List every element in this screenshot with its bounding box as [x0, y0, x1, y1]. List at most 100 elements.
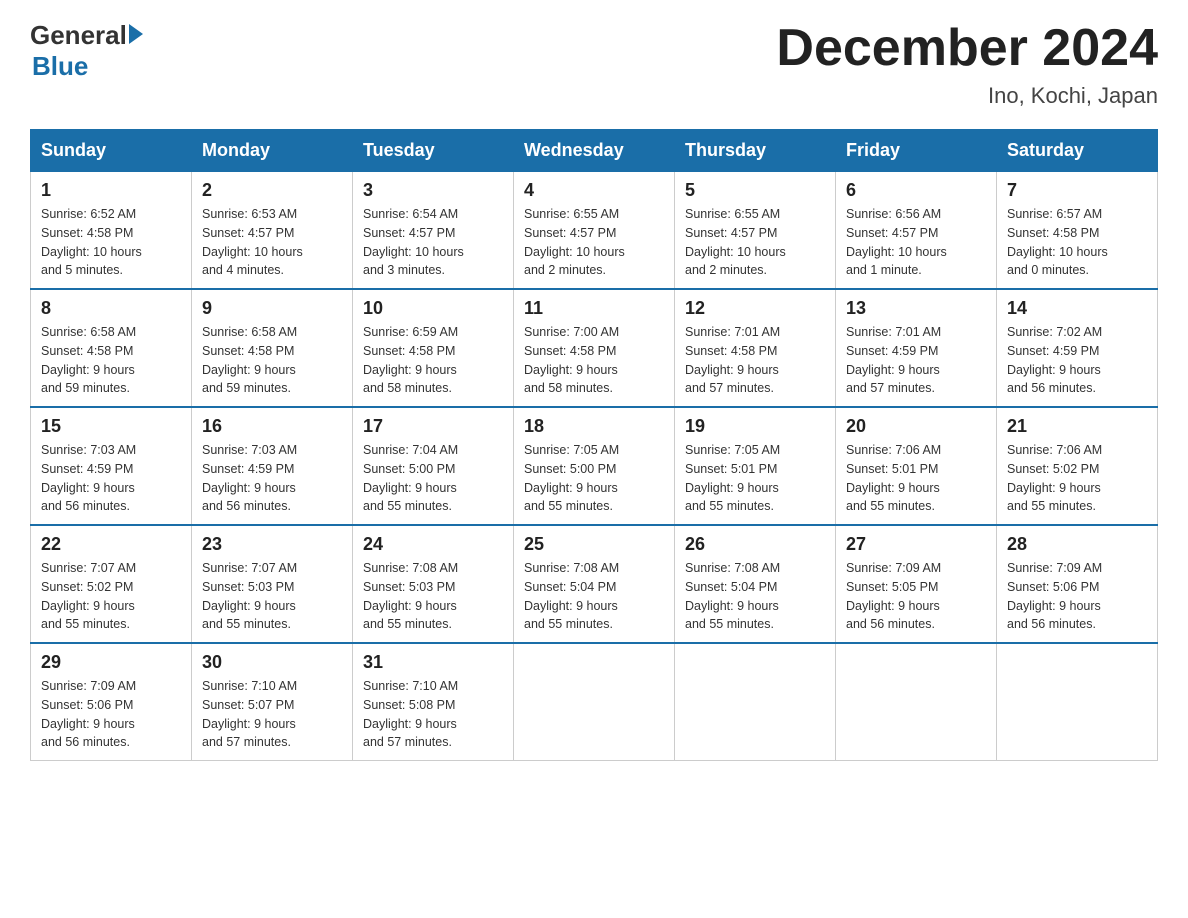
calendar-day-cell: 29 Sunrise: 7:09 AMSunset: 5:06 PMDayligh… [31, 643, 192, 761]
day-info: Sunrise: 6:59 AMSunset: 4:58 PMDaylight:… [363, 323, 503, 398]
calendar-week-row: 8 Sunrise: 6:58 AMSunset: 4:58 PMDaylight… [31, 289, 1158, 407]
calendar-day-cell: 26Sunrise: 7:08 AMSunset: 5:04 PMDayligh… [675, 525, 836, 643]
day-number: 27 [846, 534, 986, 555]
day-info: Sunrise: 7:10 AMSunset: 5:08 PMDaylight:… [363, 677, 503, 752]
calendar-day-cell: 11 Sunrise: 7:00 AMSunset: 4:58 PMDayligh… [514, 289, 675, 407]
day-number: 25 [524, 534, 664, 555]
day-number: 8 [41, 298, 181, 319]
calendar-subtitle: Ino, Kochi, Japan [776, 83, 1158, 109]
calendar-day-cell: 28Sunrise: 7:09 AMSunset: 5:06 PMDayligh… [997, 525, 1158, 643]
day-info: Sunrise: 7:06 AMSunset: 5:01 PMDaylight:… [846, 441, 986, 516]
day-info: Sunrise: 7:01 AMSunset: 4:59 PMDaylight:… [846, 323, 986, 398]
calendar-day-cell [514, 643, 675, 761]
day-number: 5 [685, 180, 825, 201]
title-section: December 2024 Ino, Kochi, Japan [776, 20, 1158, 109]
day-of-week-header: Friday [836, 130, 997, 172]
day-number: 13 [846, 298, 986, 319]
day-number: 12 [685, 298, 825, 319]
calendar-week-row: 22 Sunrise: 7:07 AMSunset: 5:02 PMDayligh… [31, 525, 1158, 643]
page-header: General Blue December 2024 Ino, Kochi, J… [30, 20, 1158, 109]
day-of-week-header: Wednesday [514, 130, 675, 172]
calendar-day-cell: 17Sunrise: 7:04 AMSunset: 5:00 PMDayligh… [353, 407, 514, 525]
calendar-week-row: 15Sunrise: 7:03 AMSunset: 4:59 PMDayligh… [31, 407, 1158, 525]
calendar-day-cell: 14 Sunrise: 7:02 AMSunset: 4:59 PMDayligh… [997, 289, 1158, 407]
day-of-week-header: Tuesday [353, 130, 514, 172]
calendar-day-cell: 1 Sunrise: 6:52 AMSunset: 4:58 PMDaylight… [31, 172, 192, 290]
day-number: 14 [1007, 298, 1147, 319]
calendar-title: December 2024 [776, 20, 1158, 77]
calendar-day-cell: 8 Sunrise: 6:58 AMSunset: 4:58 PMDaylight… [31, 289, 192, 407]
calendar-day-cell: 31Sunrise: 7:10 AMSunset: 5:08 PMDayligh… [353, 643, 514, 761]
calendar-day-cell: 3 Sunrise: 6:54 AMSunset: 4:57 PMDaylight… [353, 172, 514, 290]
day-info: Sunrise: 7:05 AMSunset: 5:01 PMDaylight:… [685, 441, 825, 516]
day-info: Sunrise: 6:58 AMSunset: 4:58 PMDaylight:… [202, 323, 342, 398]
calendar-day-cell: 25 Sunrise: 7:08 AMSunset: 5:04 PMDayligh… [514, 525, 675, 643]
day-info: Sunrise: 6:56 AMSunset: 4:57 PMDaylight:… [846, 205, 986, 280]
day-number: 3 [363, 180, 503, 201]
day-info: Sunrise: 7:09 AMSunset: 5:05 PMDaylight:… [846, 559, 986, 634]
day-info: Sunrise: 6:54 AMSunset: 4:57 PMDaylight:… [363, 205, 503, 280]
day-number: 2 [202, 180, 342, 201]
logo-arrow-icon [129, 24, 143, 44]
calendar-day-cell: 16 Sunrise: 7:03 AMSunset: 4:59 PMDayligh… [192, 407, 353, 525]
day-info: Sunrise: 7:07 AMSunset: 5:02 PMDaylight:… [41, 559, 181, 634]
calendar-day-cell: 23 Sunrise: 7:07 AMSunset: 5:03 PMDayligh… [192, 525, 353, 643]
calendar-day-cell: 30Sunrise: 7:10 AMSunset: 5:07 PMDayligh… [192, 643, 353, 761]
day-number: 1 [41, 180, 181, 201]
calendar-day-cell: 6 Sunrise: 6:56 AMSunset: 4:57 PMDaylight… [836, 172, 997, 290]
calendar-day-cell [836, 643, 997, 761]
day-number: 22 [41, 534, 181, 555]
logo-general-text: General [30, 20, 127, 51]
day-of-week-header: Monday [192, 130, 353, 172]
day-info: Sunrise: 7:09 AMSunset: 5:06 PMDaylight:… [41, 677, 181, 752]
day-info: Sunrise: 7:04 AMSunset: 5:00 PMDaylight:… [363, 441, 503, 516]
day-number: 21 [1007, 416, 1147, 437]
day-info: Sunrise: 7:02 AMSunset: 4:59 PMDaylight:… [1007, 323, 1147, 398]
day-info: Sunrise: 7:03 AMSunset: 4:59 PMDaylight:… [41, 441, 181, 516]
day-info: Sunrise: 6:53 AMSunset: 4:57 PMDaylight:… [202, 205, 342, 280]
day-info: Sunrise: 7:08 AMSunset: 5:04 PMDaylight:… [524, 559, 664, 634]
calendar-day-cell: 2 Sunrise: 6:53 AMSunset: 4:57 PMDaylight… [192, 172, 353, 290]
day-of-week-header: Thursday [675, 130, 836, 172]
day-info: Sunrise: 6:52 AMSunset: 4:58 PMDaylight:… [41, 205, 181, 280]
day-info: Sunrise: 7:08 AMSunset: 5:04 PMDaylight:… [685, 559, 825, 634]
day-of-week-header: Sunday [31, 130, 192, 172]
calendar-day-cell: 7Sunrise: 6:57 AMSunset: 4:58 PMDaylight… [997, 172, 1158, 290]
day-info: Sunrise: 7:06 AMSunset: 5:02 PMDaylight:… [1007, 441, 1147, 516]
day-number: 29 [41, 652, 181, 673]
day-info: Sunrise: 7:00 AMSunset: 4:58 PMDaylight:… [524, 323, 664, 398]
calendar-day-cell: 4 Sunrise: 6:55 AMSunset: 4:57 PMDaylight… [514, 172, 675, 290]
day-number: 23 [202, 534, 342, 555]
calendar-day-cell: 24Sunrise: 7:08 AMSunset: 5:03 PMDayligh… [353, 525, 514, 643]
day-number: 30 [202, 652, 342, 673]
day-info: Sunrise: 6:55 AMSunset: 4:57 PMDaylight:… [524, 205, 664, 280]
calendar-day-cell: 22 Sunrise: 7:07 AMSunset: 5:02 PMDayligh… [31, 525, 192, 643]
day-of-week-header: Saturday [997, 130, 1158, 172]
day-number: 6 [846, 180, 986, 201]
day-number: 20 [846, 416, 986, 437]
calendar-day-cell: 20 Sunrise: 7:06 AMSunset: 5:01 PMDayligh… [836, 407, 997, 525]
calendar-week-row: 29 Sunrise: 7:09 AMSunset: 5:06 PMDayligh… [31, 643, 1158, 761]
calendar-day-cell: 18Sunrise: 7:05 AMSunset: 5:00 PMDayligh… [514, 407, 675, 525]
day-info: Sunrise: 7:07 AMSunset: 5:03 PMDaylight:… [202, 559, 342, 634]
calendar-day-cell [997, 643, 1158, 761]
calendar-table: SundayMondayTuesdayWednesdayThursdayFrid… [30, 129, 1158, 761]
day-number: 9 [202, 298, 342, 319]
calendar-week-row: 1 Sunrise: 6:52 AMSunset: 4:58 PMDaylight… [31, 172, 1158, 290]
calendar-day-cell: 12 Sunrise: 7:01 AMSunset: 4:58 PMDayligh… [675, 289, 836, 407]
calendar-day-cell: 13 Sunrise: 7:01 AMSunset: 4:59 PMDayligh… [836, 289, 997, 407]
day-number: 19 [685, 416, 825, 437]
day-number: 16 [202, 416, 342, 437]
day-info: Sunrise: 7:05 AMSunset: 5:00 PMDaylight:… [524, 441, 664, 516]
day-info: Sunrise: 7:01 AMSunset: 4:58 PMDaylight:… [685, 323, 825, 398]
calendar-day-cell: 5Sunrise: 6:55 AMSunset: 4:57 PMDaylight… [675, 172, 836, 290]
day-info: Sunrise: 7:03 AMSunset: 4:59 PMDaylight:… [202, 441, 342, 516]
day-info: Sunrise: 6:58 AMSunset: 4:58 PMDaylight:… [41, 323, 181, 398]
logo-blue-text: Blue [32, 51, 88, 82]
calendar-day-cell: 21 Sunrise: 7:06 AMSunset: 5:02 PMDayligh… [997, 407, 1158, 525]
day-number: 10 [363, 298, 503, 319]
day-number: 11 [524, 298, 664, 319]
day-number: 4 [524, 180, 664, 201]
logo: General Blue [30, 20, 143, 82]
day-number: 28 [1007, 534, 1147, 555]
